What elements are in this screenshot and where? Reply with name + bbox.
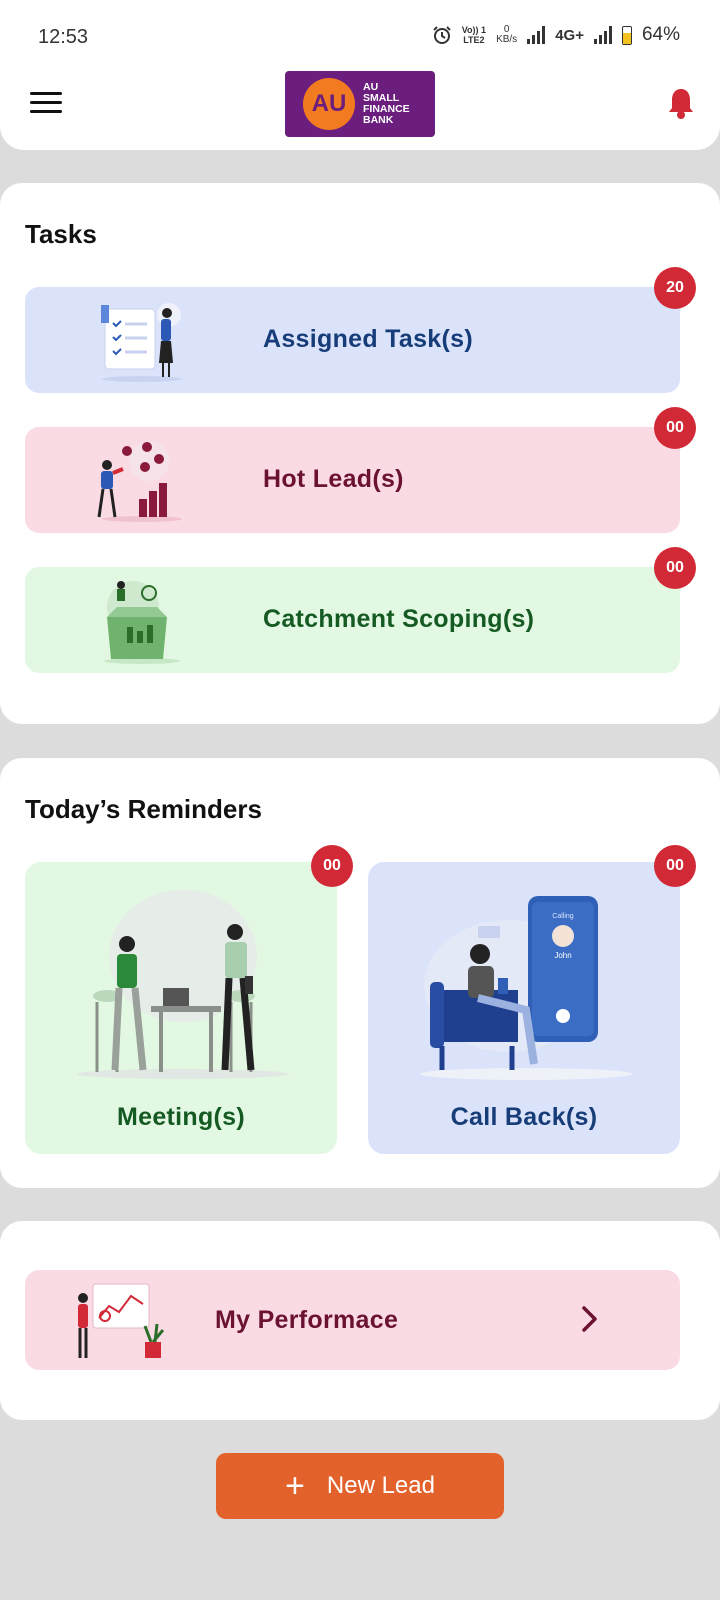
phone-caller-name: John <box>554 951 571 960</box>
hot-leads-count-badge: 00 <box>654 407 696 449</box>
call-backs-label: Call Back(s) <box>450 1103 598 1131</box>
catchment-scoping-label: Catchment Scoping(s) <box>263 605 535 633</box>
meetings-count-badge: 00 <box>311 845 353 887</box>
hot-leads-card[interactable]: Hot Lead(s) <box>25 427 680 533</box>
catchment-scoping-card[interactable]: Catchment Scoping(s) <box>25 567 680 673</box>
chevron-right-icon <box>582 1306 597 1332</box>
alarm-icon <box>433 26 451 44</box>
performance-illustration <box>78 1283 165 1358</box>
meeting-illustration <box>77 890 289 1079</box>
data-speed: 0 KB/s <box>496 24 518 45</box>
status-icons: Vo)) 1 LTE2 0 KB/s 4G+ 64% <box>432 24 680 46</box>
call-backs-count-badge: 00 <box>654 845 696 887</box>
call-back-illustration: John Calling <box>420 896 632 1080</box>
tasks-card: Tasks Assigned Task(s) 20 Hot Lead(s) 00… <box>0 183 720 724</box>
plus-icon: + <box>285 1467 305 1505</box>
assigned-tasks-count-badge: 20 <box>654 267 696 309</box>
checklist-illustration <box>101 303 182 382</box>
catchment-illustration <box>104 581 180 664</box>
meetings-label: Meeting(s) <box>117 1103 245 1131</box>
battery-icon <box>621 25 632 45</box>
new-lead-button[interactable]: + New Lead <box>216 1453 504 1519</box>
assigned-tasks-card[interactable]: Assigned Task(s) <box>25 287 680 393</box>
volte-indicator: Vo)) 1 LTE2 <box>461 25 487 45</box>
bell-icon[interactable] <box>666 86 696 120</box>
meetings-card[interactable]: Meeting(s) <box>25 862 337 1154</box>
hamburger-menu-button[interactable] <box>30 92 62 114</box>
signal-icon-2 <box>593 26 612 44</box>
my-performance-button[interactable]: My Performace <box>25 1270 680 1370</box>
hot-leads-label: Hot Lead(s) <box>263 465 404 493</box>
catchment-scoping-count-badge: 00 <box>654 547 696 589</box>
signal-icon <box>527 26 546 44</box>
network-type: 4G+ <box>555 26 584 44</box>
logo-text: AU SMALL FINANCE BANK <box>363 81 410 126</box>
tasks-title: Tasks <box>25 219 97 249</box>
new-lead-label: New Lead <box>326 1472 435 1499</box>
phone-call-status: Calling <box>552 913 574 920</box>
status-time: 12:53 <box>38 26 89 48</box>
call-backs-card[interactable]: John Calling Call Back(s) <box>368 862 680 1154</box>
app-header: 12:53 Vo)) 1 LTE2 0 KB/s 4G+ 64% AU AU S… <box>0 0 720 150</box>
reminders-title: Today’s Reminders <box>25 794 262 824</box>
assigned-tasks-label: Assigned Task(s) <box>263 325 473 353</box>
my-performance-label: My Performace <box>215 1306 399 1334</box>
status-bar: 12:53 Vo)) 1 LTE2 0 KB/s 4G+ 64% <box>0 0 720 70</box>
battery-percent: 64% <box>641 24 680 45</box>
logo-mark: AU <box>303 78 355 130</box>
au-bank-logo: AU AU SMALL FINANCE BANK <box>285 71 435 137</box>
magnet-leads-illustration <box>97 441 182 522</box>
